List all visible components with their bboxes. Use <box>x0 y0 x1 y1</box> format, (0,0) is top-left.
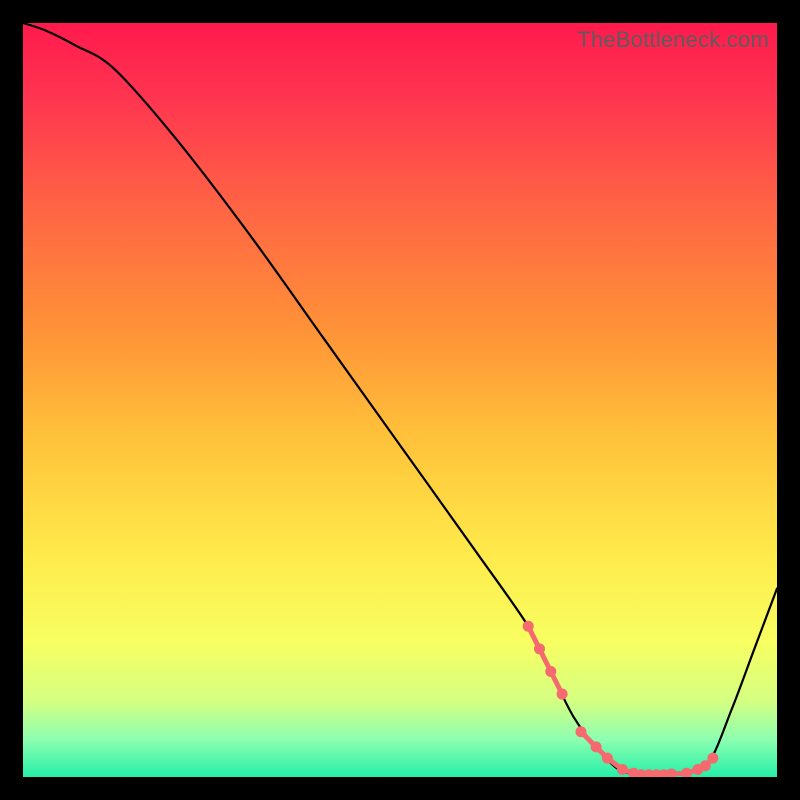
highlight-point <box>617 764 628 775</box>
curve-layer <box>23 23 777 777</box>
highlight-point <box>523 621 534 632</box>
highlight-point <box>545 666 556 677</box>
highlight-point <box>534 643 545 654</box>
highlight-point <box>557 689 568 700</box>
watermark-text: TheBottleneck.com <box>577 27 769 53</box>
trough-markers <box>528 626 713 775</box>
highlight-point <box>681 768 692 777</box>
highlight-point <box>575 726 586 737</box>
highlight-points <box>523 621 719 777</box>
highlight-point <box>591 741 602 752</box>
highlight-point <box>707 753 718 764</box>
bottleneck-curve <box>23 23 777 775</box>
highlight-point <box>602 753 613 764</box>
chart-frame: { "watermark": "TheBottleneck.com", "col… <box>0 0 800 800</box>
highlight-point <box>666 768 677 777</box>
plot-area: TheBottleneck.com <box>23 23 777 777</box>
